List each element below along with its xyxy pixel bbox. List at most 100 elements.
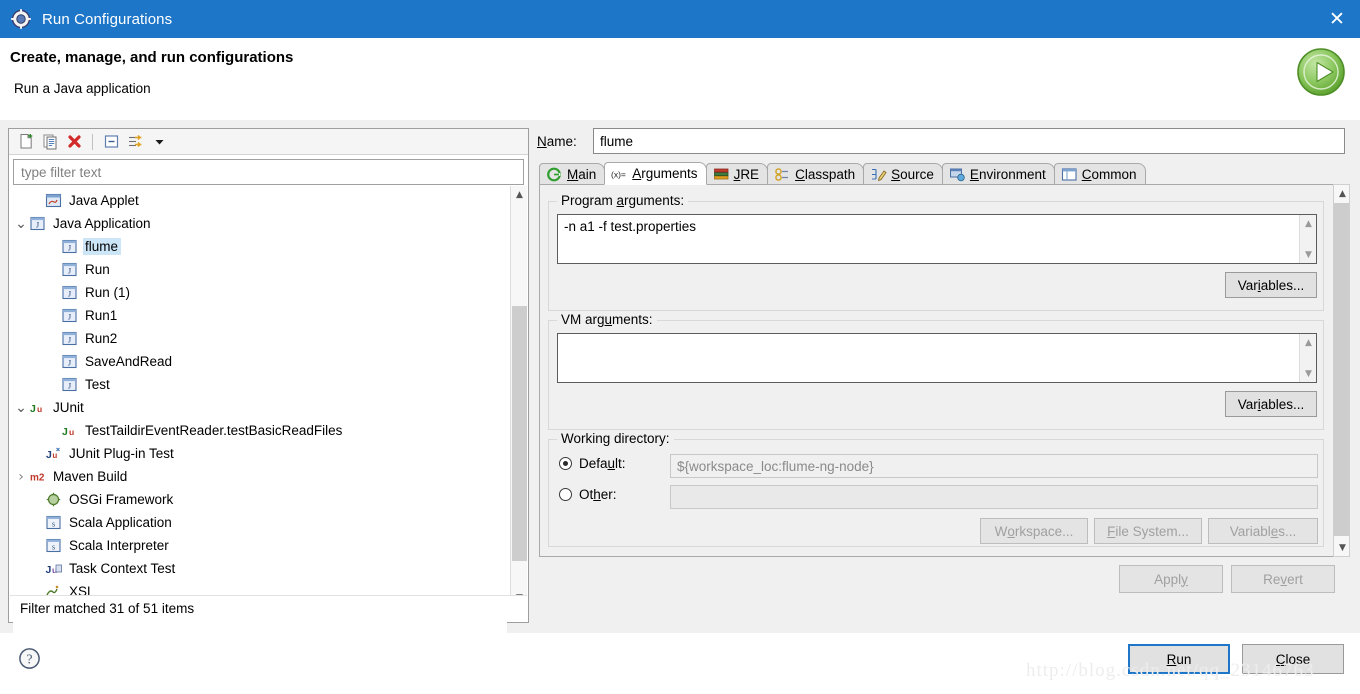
tree-item-saveandread[interactable]: J SaveAndRead xyxy=(13,350,507,373)
tab-label: Arguments xyxy=(632,166,698,181)
close-icon[interactable]: ✕ xyxy=(1314,0,1360,38)
page-title: Create, manage, and run configurations xyxy=(10,49,294,66)
name-input[interactable]: flume xyxy=(593,128,1345,154)
tab-jre[interactable]: JRE xyxy=(705,163,769,185)
tab-label: JRE xyxy=(733,167,760,182)
program-arguments-scrollbar[interactable]: ▲ ▼ xyxy=(1299,215,1316,263)
tree-item-flume[interactable]: Jflume xyxy=(13,235,507,258)
tree-item-run[interactable]: J Run xyxy=(13,258,507,281)
tree-item-junit[interactable]: ⌄ Ju JUnit xyxy=(13,396,507,419)
name-label: Name: xyxy=(537,133,577,149)
svg-text:s: s xyxy=(52,542,55,551)
tab-environment[interactable]: Environment xyxy=(941,163,1055,185)
tab-source[interactable]: Source xyxy=(863,163,943,185)
program-arguments-input[interactable]: -n a1 -f test.properties ▲ ▼ xyxy=(557,214,1317,264)
working-directory-default-option[interactable]: Default: xyxy=(559,456,626,471)
chevron-down-icon[interactable] xyxy=(148,131,170,153)
tree-item-scala-application[interactable]: s Scala Application xyxy=(13,511,507,534)
tree-item-maven-build[interactable]: › m2 Maven Build xyxy=(13,465,507,488)
run-play-icon xyxy=(1294,45,1348,99)
window-title: Run Configurations xyxy=(42,10,173,28)
tree-item-testtaildireventreader-testbasicreadfiles[interactable]: Ju TestTaildirEventReader.testBasicReadFi… xyxy=(13,419,507,442)
tab-main[interactable]: Main xyxy=(539,163,606,185)
tab-arguments[interactable]: (x)= Arguments xyxy=(604,162,707,185)
tab-label: Common xyxy=(1081,167,1137,182)
apply-button[interactable]: Appl y xyxy=(1119,565,1223,593)
delete-configuration-icon[interactable] xyxy=(63,131,85,153)
tree-item-run1[interactable]: J Run1 xyxy=(13,304,507,327)
duplicate-configuration-icon[interactable] xyxy=(39,131,61,153)
svg-text:u: u xyxy=(52,451,57,460)
tab-label: Main xyxy=(567,167,597,182)
scroll-down-icon[interactable]: ▼ xyxy=(1300,246,1316,263)
new-configuration-icon[interactable] xyxy=(15,131,37,153)
scroll-up-icon[interactable]: ▲ xyxy=(511,186,528,203)
vm-arguments-scrollbar[interactable]: ▲ ▼ xyxy=(1299,334,1316,382)
help-icon[interactable]: ? xyxy=(18,647,40,669)
tree-item-test[interactable]: J Test xyxy=(13,373,507,396)
java-applet-icon xyxy=(45,193,63,209)
scroll-down-icon[interactable]: ▼ xyxy=(1334,539,1351,556)
revert-button[interactable]: Re v ert xyxy=(1231,565,1335,593)
scala-icon: s xyxy=(45,538,63,554)
tree-scrollbar[interactable]: ▲ ▼ xyxy=(510,186,527,606)
svg-text:?: ? xyxy=(27,651,33,666)
program-arguments-variables-button[interactable]: Var i ables... xyxy=(1225,272,1317,298)
program-arguments-label: Program arguments: xyxy=(557,193,689,208)
filter-placeholder: type filter text xyxy=(21,164,102,180)
name-row: Name: xyxy=(537,128,583,154)
editor-scrollbar-thumb[interactable] xyxy=(1334,203,1349,536)
scroll-down-icon[interactable]: ▼ xyxy=(1300,365,1316,382)
dialog-header: Create, manage, and run configurations R… xyxy=(0,38,1360,120)
tree-item-java-application[interactable]: ⌄ J Java Application xyxy=(13,212,507,235)
tree-item-label: Run (1) xyxy=(85,285,131,300)
tree-item-label: Scala Application xyxy=(69,515,172,530)
working-directory-variables-button[interactable]: Variabl e s... xyxy=(1208,518,1318,544)
java-app-icon: J xyxy=(61,308,79,324)
svg-text:J: J xyxy=(46,563,52,575)
tree-scrollbar-thumb[interactable] xyxy=(512,306,527,561)
vm-arguments-input[interactable]: ▲ ▼ xyxy=(557,333,1317,383)
radio-default[interactable] xyxy=(559,457,572,470)
tree-item-java-applet[interactable]: Java Applet xyxy=(13,189,507,212)
svg-text:u: u xyxy=(37,403,42,413)
configuration-editor-panel: Name: flume Main (x)= Arguments JRE Classpat… xyxy=(537,128,1352,623)
filter-input[interactable]: type filter text xyxy=(13,159,524,185)
working-directory-other-option[interactable]: Other: xyxy=(559,487,617,502)
run-button[interactable]: Run xyxy=(1128,644,1230,674)
filter-icon[interactable] xyxy=(124,131,146,153)
editor-scrollbar[interactable]: ▲ ▼ xyxy=(1333,184,1350,557)
classpath-tab-icon xyxy=(774,167,791,182)
workspace-button[interactable]: Wo rkspace... xyxy=(980,518,1088,544)
tab-common[interactable]: Common xyxy=(1053,163,1146,185)
file-system-button[interactable]: File System... xyxy=(1094,518,1202,544)
tree-item-task-context-test[interactable]: Ju Task Context Test xyxy=(13,557,507,580)
collapse-all-icon[interactable] xyxy=(100,131,122,153)
tree-item-label: Run2 xyxy=(85,331,118,346)
close-button[interactable]: Close xyxy=(1242,644,1344,674)
chevron-right-icon[interactable]: › xyxy=(13,469,29,485)
working-directory-group: Working directory: Default: ${workspace_… xyxy=(548,431,1324,547)
scroll-up-icon[interactable]: ▲ xyxy=(1300,215,1316,232)
svg-text:(x)=: (x)= xyxy=(611,169,626,179)
tab-label: Source xyxy=(891,167,934,182)
scroll-up-icon[interactable]: ▲ xyxy=(1334,185,1351,202)
tree-item-run2[interactable]: J Run2 xyxy=(13,327,507,350)
tab-classpath[interactable]: Classpath xyxy=(767,163,865,185)
tree-item-label: Maven Build xyxy=(53,469,128,484)
svg-text:u: u xyxy=(69,426,74,436)
tree-item-scala-interpreter[interactable]: s Scala Interpreter xyxy=(13,534,507,557)
tree-item-run-1[interactable]: J Run (1) xyxy=(13,281,507,304)
maven-icon: m2 xyxy=(29,469,47,485)
vm-arguments-variables-button[interactable]: Var i ables... xyxy=(1225,391,1317,417)
tree-item-label: Run1 xyxy=(85,308,118,323)
radio-other[interactable] xyxy=(559,488,572,501)
tree-item-junit-plug-in-test[interactable]: Ju JUnit Plug-in Test xyxy=(13,442,507,465)
scroll-up-icon[interactable]: ▲ xyxy=(1300,334,1316,351)
working-directory-other-input[interactable] xyxy=(670,485,1318,509)
tree-item-osgi-framework[interactable]: OSGi Framework xyxy=(13,488,507,511)
